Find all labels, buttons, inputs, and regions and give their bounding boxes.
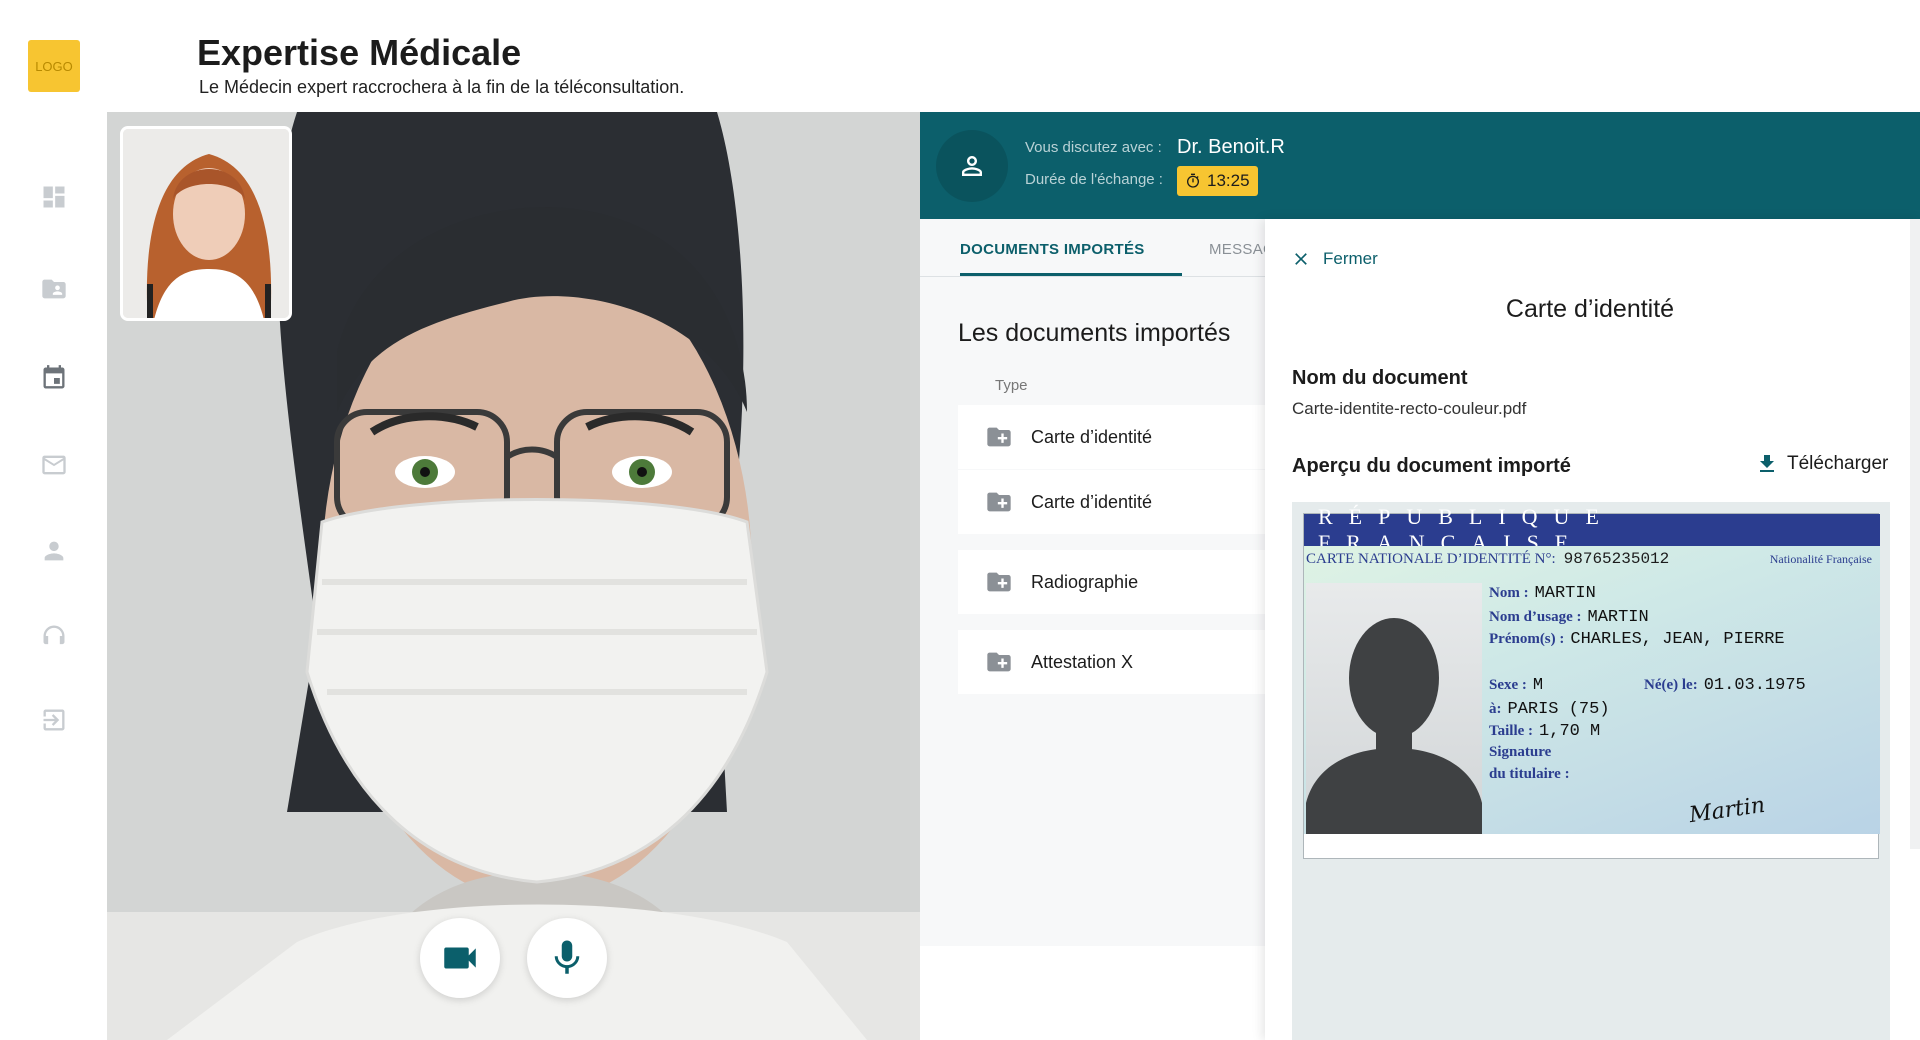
id-taille: Taille : 1,70 M — [1489, 722, 1600, 741]
download-button[interactable]: Télécharger — [1755, 452, 1888, 476]
folder-user-icon[interactable] — [40, 275, 68, 303]
viewer-title: Carte d’identité — [1505, 295, 1675, 323]
id-nom: Nom : MARTIN — [1489, 584, 1596, 603]
column-header-type: Type — [995, 377, 1028, 394]
list-item[interactable]: Attestation X — [958, 630, 1265, 694]
stopwatch-icon — [1187, 173, 1199, 188]
id-sexe: Sexe : M — [1489, 676, 1543, 695]
document-name-label: Nom du document — [1292, 367, 1468, 389]
mail-icon[interactable] — [40, 451, 68, 479]
id-sexe-value: M — [1532, 676, 1544, 695]
id-signature-label-2: du titulaire : — [1489, 766, 1570, 782]
id-prenoms: Prénom(s) : CHARLES, JEAN, PIERRE — [1489, 630, 1785, 649]
avatar — [936, 130, 1008, 202]
id-naissance: Né(e) le: 01.03.1975 — [1644, 676, 1806, 695]
id-photo-silhouette — [1306, 583, 1482, 834]
calendar-icon[interactable] — [40, 364, 68, 392]
close-label: Fermer — [1323, 249, 1378, 268]
id-signature: Martin — [1687, 792, 1767, 829]
document-name-value: Carte-identite-recto-couleur.pdf — [1292, 399, 1527, 418]
id-card-number-label: CARTE NATIONALE D’IDENTITÉ N°: — [1306, 550, 1556, 567]
list-item-label: Carte d’identité — [1031, 491, 1153, 512]
sidebar: LOGO — [0, 0, 107, 1040]
list-item[interactable]: Radiographie — [958, 550, 1265, 614]
viewer-scrollbar[interactable] — [1910, 219, 1920, 849]
id-signature-label-1: Signature — [1489, 744, 1552, 760]
documents-title: Les documents importés — [958, 319, 1231, 347]
self-view-video[interactable] — [120, 126, 292, 321]
chat-header: Vous discutez avec : Dr. Benoit.R Durée … — [920, 112, 1920, 219]
download-icon — [1760, 455, 1774, 472]
id-card-image: RÉPUBLIQUE FRANÇAISE CARTE NATIONALE D’I… — [1303, 504, 1880, 859]
id-lieu: à: PARIS (75) — [1489, 700, 1610, 719]
id-usage-value: MARTIN — [1587, 608, 1649, 627]
video-feed — [107, 112, 920, 1040]
download-label: Télécharger — [1787, 453, 1889, 474]
duration-label: Durée de l'échange : — [1025, 171, 1163, 188]
id-card-band: RÉPUBLIQUE FRANÇAISE — [1304, 504, 1880, 555]
id-card-nationality: Nationalité Française — [1769, 551, 1872, 566]
documents-panel: DOCUMENTS IMPORTÉS MESSAG Les documents … — [920, 219, 1275, 946]
chat-with-label: Vous discutez avec : — [1025, 139, 1162, 156]
documents-panel-footer — [920, 946, 1265, 1040]
tab-active-indicator — [960, 273, 1182, 276]
duration-value: 13:25 — [1207, 171, 1250, 190]
silhouette-icon — [1306, 618, 1482, 834]
id-card-number: 98765235012 — [1563, 550, 1670, 568]
page-title: Expertise Médicale — [197, 32, 522, 73]
id-nom-label: Nom : — [1489, 585, 1529, 601]
support-icon[interactable] — [40, 622, 68, 650]
camera-toggle-button[interactable] — [420, 918, 500, 998]
folder-add-icon — [987, 492, 1011, 512]
tab-documents[interactable]: DOCUMENTS IMPORTÉS — [960, 241, 1145, 258]
person-outline-icon — [962, 156, 982, 176]
folder-add-icon — [987, 427, 1011, 447]
tabs-divider — [920, 276, 1265, 277]
id-taille-value: 1,70 M — [1539, 722, 1601, 741]
list-item[interactable]: Carte d’identité — [958, 405, 1265, 469]
list-item-label: Radiographie — [1031, 571, 1139, 592]
id-naissance-value: 01.03.1975 — [1703, 676, 1806, 695]
id-taille-label: Taille : — [1489, 723, 1534, 739]
id-prenoms-value: CHARLES, JEAN, PIERRE — [1570, 630, 1785, 649]
preview-label: Aperçu du document importé — [1292, 455, 1571, 477]
duration-timer: 13:25 — [1177, 166, 1258, 196]
folder-add-icon — [987, 652, 1011, 672]
video-camera-icon — [444, 947, 476, 969]
document-viewer: Fermer Carte d’identité Nom du document … — [1265, 219, 1920, 1040]
self-view-image — [123, 129, 289, 318]
id-usage: Nom d’usage : MARTIN — [1489, 608, 1649, 627]
folder-add-icon — [987, 572, 1011, 592]
microphone-toggle-button[interactable] — [527, 918, 607, 998]
page-header: Expertise Médicale Le Médecin expert rac… — [107, 0, 1920, 112]
id-card-body: CARTE NATIONALE D’IDENTITÉ N°: 987652350… — [1304, 546, 1880, 834]
list-item-label: Carte d’identité — [1031, 426, 1153, 447]
id-nom-value: MARTIN — [1534, 584, 1596, 603]
id-lieu-value: PARIS (75) — [1507, 700, 1610, 719]
document-preview[interactable]: RÉPUBLIQUE FRANÇAISE CARTE NATIONALE D’I… — [1292, 502, 1890, 1040]
list-item-label: Attestation X — [1031, 651, 1134, 672]
id-prenoms-label: Prénom(s) : — [1489, 631, 1565, 647]
close-icon — [1295, 253, 1307, 265]
microphone-icon — [554, 940, 580, 974]
id-sexe-label: Sexe : — [1489, 677, 1527, 693]
id-naissance-label: Né(e) le: — [1644, 677, 1698, 693]
list-item[interactable]: Carte d’identité — [958, 470, 1265, 534]
close-button[interactable]: Fermer — [1291, 249, 1378, 269]
dashboard-icon[interactable] — [40, 183, 68, 211]
id-lieu-label: à: — [1489, 701, 1502, 717]
page-subtitle: Le Médecin expert raccrochera à la fin d… — [199, 77, 685, 97]
logo: LOGO — [28, 40, 80, 92]
person-icon[interactable] — [40, 537, 68, 565]
doctor-name: Dr. Benoit.R — [1177, 136, 1285, 158]
id-card-number-line: CARTE NATIONALE D’IDENTITÉ N°: 987652350… — [1304, 546, 1880, 572]
logout-icon[interactable] — [40, 706, 68, 734]
id-usage-label: Nom d’usage : — [1489, 609, 1582, 625]
